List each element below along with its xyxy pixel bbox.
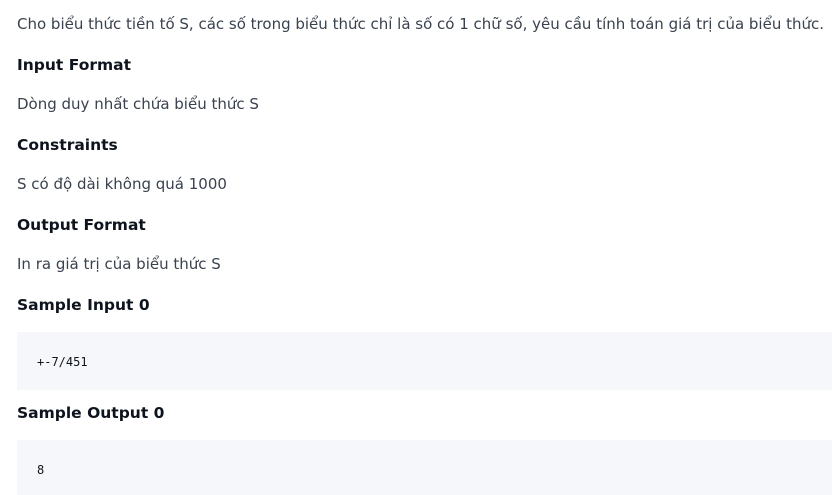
problem-description: Cho biểu thức tiền tố S, các số trong bi… bbox=[17, 15, 825, 33]
sample-output-heading: Sample Output 0 bbox=[17, 404, 165, 422]
problem-statement: Cho biểu thức tiền tố S, các số trong bi… bbox=[0, 0, 832, 495]
sample-input-code: +-7/451 bbox=[37, 355, 88, 369]
input-format-heading: Input Format bbox=[17, 56, 132, 74]
output-format-heading: Output Format bbox=[17, 216, 146, 234]
output-format-text: In ra giá trị của biểu thức S bbox=[17, 255, 221, 273]
sample-input-heading: Sample Input 0 bbox=[17, 296, 150, 314]
constraints-heading: Constraints bbox=[17, 136, 118, 154]
sample-input-code-block: +-7/451 bbox=[17, 332, 832, 390]
sample-output-code-block: 8 bbox=[17, 440, 832, 495]
input-format-text: Dòng duy nhất chứa biểu thức S bbox=[17, 95, 259, 113]
sample-output-code: 8 bbox=[37, 463, 45, 477]
constraints-text: S có độ dài không quá 1000 bbox=[17, 175, 227, 193]
